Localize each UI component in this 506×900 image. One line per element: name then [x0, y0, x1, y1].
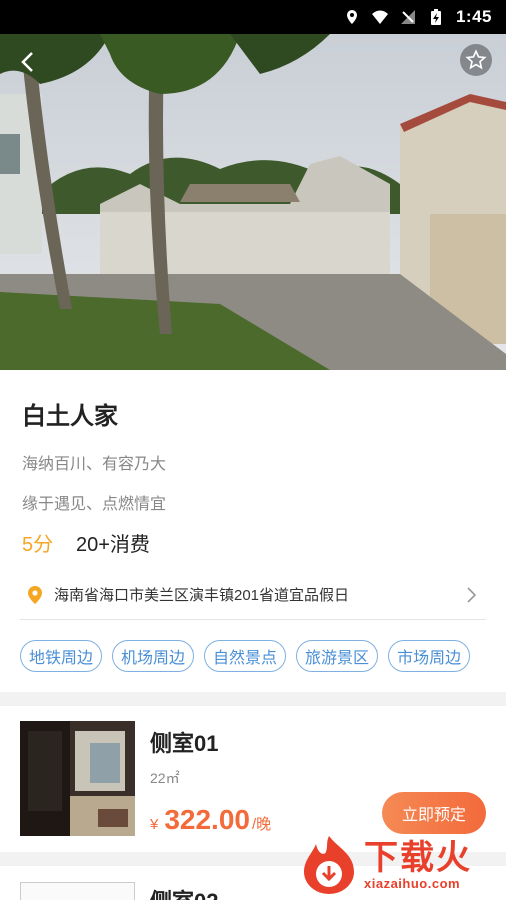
watermark-logo: 下载火 xiazaihuo.com — [298, 830, 504, 900]
price-value: 322.00 — [164, 804, 250, 835]
favorite-button[interactable] — [460, 44, 492, 76]
watermark-url: xiazaihuo.com — [364, 875, 461, 891]
battery-charging-icon — [430, 9, 441, 25]
hero-photo — [0, 34, 506, 370]
room-interior-image — [20, 721, 135, 836]
tag-item[interactable]: 机场周边 — [112, 640, 195, 672]
room-area: 22㎡ — [150, 770, 180, 786]
status-time: 1:45 — [455, 7, 492, 26]
status-bar: 1:45 — [0, 0, 506, 34]
place-slogan-1: 海纳百川、有容乃大 — [22, 456, 167, 473]
wifi-icon — [371, 10, 388, 24]
watermark-text: 下载火 xiazaihuo.com — [364, 840, 472, 891]
tag-item[interactable]: 自然景点 — [204, 640, 287, 672]
room-photo — [20, 721, 135, 836]
price-unit: /晚 — [251, 816, 272, 833]
address-text: 海南省海口市美兰区演丰镇201省道宜品假日 — [54, 587, 350, 604]
tag-item[interactable]: 市场周边 — [388, 640, 471, 672]
room-name: 侧室01 — [150, 731, 219, 756]
chevron-left-icon — [21, 52, 33, 72]
tag-list: 地铁周边 机场周边 自然景点 旅游景区 市场周边 — [20, 640, 471, 672]
no-signal-icon — [400, 10, 415, 24]
place-info: 白土人家 海纳百川、有容乃大 缘于遇见、点燃情宜 5分 20+消费 海南省海口市… — [0, 370, 506, 692]
place-slogan-2: 缘于遇见、点燃情宜 — [22, 496, 167, 513]
room-name: 侧室02 — [150, 884, 218, 900]
price-currency: ¥ — [150, 816, 159, 833]
place-title: 白土人家 — [22, 403, 118, 430]
hero-scene-image — [0, 34, 506, 370]
flame-logo-icon — [304, 836, 354, 894]
watermark-title: 下载火 — [364, 838, 472, 877]
room-price: ¥ 322.00 /晚 — [150, 804, 271, 836]
address-row[interactable]: 海南省海口市美兰区演丰镇201省道宜品假日 — [20, 570, 486, 620]
location-pin-icon — [28, 585, 42, 604]
star-icon — [465, 49, 487, 70]
place-score: 5分 — [22, 534, 54, 556]
location-icon — [346, 10, 357, 24]
chevron-right-icon — [467, 586, 477, 603]
book-now-button[interactable]: 立即预定 — [382, 792, 486, 834]
tag-item[interactable]: 地铁周边 — [20, 640, 103, 672]
tag-item[interactable]: 旅游景区 — [296, 640, 379, 672]
room-photo-placeholder — [20, 882, 135, 900]
place-consumption: 20+消费 — [76, 534, 150, 556]
back-button[interactable] — [12, 46, 44, 78]
